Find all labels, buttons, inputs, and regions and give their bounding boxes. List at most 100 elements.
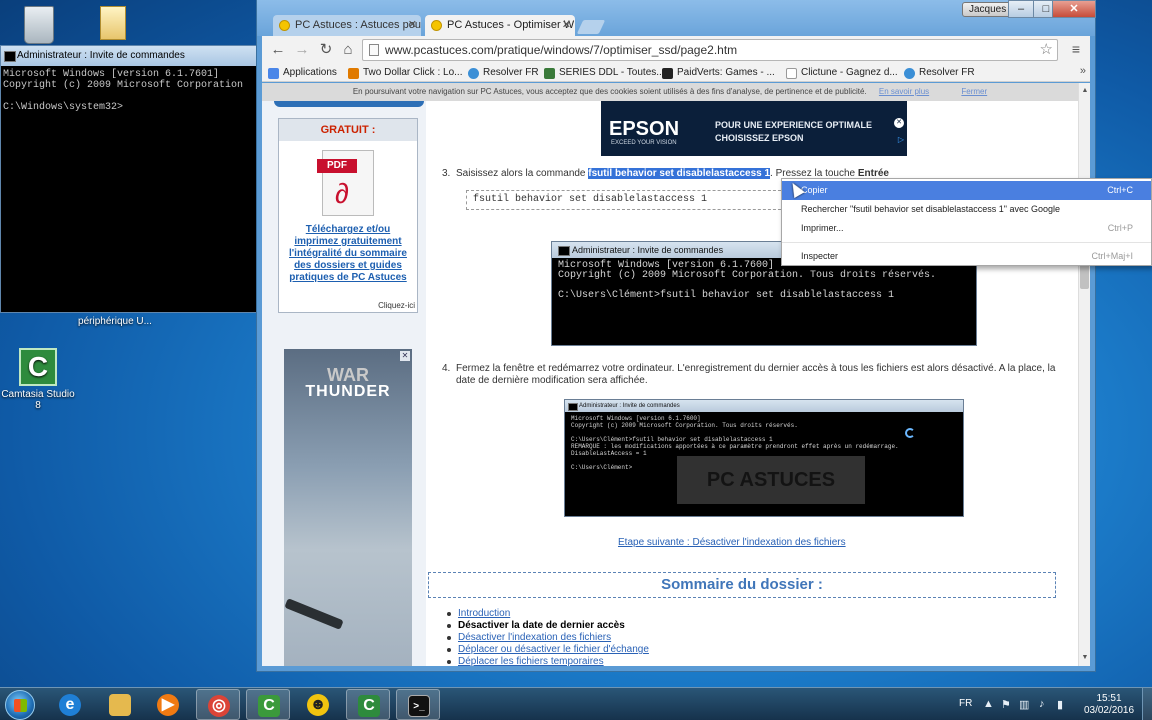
desktop-icon-label: Camtasia Studio 8 bbox=[1, 389, 75, 411]
promo-cta[interactable]: Cliquez-ici bbox=[378, 301, 415, 310]
loading-spinner-icon bbox=[905, 428, 915, 438]
power-icon[interactable]: ▮ bbox=[1057, 698, 1063, 711]
address-bar[interactable]: www.pcastuces.com/pratique/windows/7/opt… bbox=[362, 39, 1058, 61]
taskbar-camtasia-studio[interactable]: C bbox=[346, 689, 390, 720]
toc-item[interactable]: Déplacer les fichiers temporaires bbox=[446, 656, 649, 666]
toc-item[interactable]: Désactiver l'indexation des fichiers bbox=[446, 632, 649, 644]
taskbar: e ▶ ◎ C ☻ C >_ FR ▲ ⚑ ▥ ♪ ▮ 15:51 03/02/… bbox=[0, 687, 1152, 720]
language-indicator[interactable]: FR bbox=[959, 698, 972, 709]
promo-link[interactable]: Téléchargez et/ou imprimez gratuitement … bbox=[279, 224, 417, 284]
cookie-close-link[interactable]: Fermer bbox=[961, 87, 987, 96]
taskbar-cmd[interactable]: >_ bbox=[396, 689, 440, 720]
ad-info-icon[interactable]: ▷ bbox=[898, 135, 904, 144]
step-number: 3. bbox=[442, 168, 451, 179]
selected-command[interactable]: fsutil behavior set disablelastaccess 1 bbox=[588, 168, 771, 179]
airplane-icon bbox=[284, 598, 344, 630]
folder-icon bbox=[109, 694, 131, 716]
taskbar-explorer[interactable] bbox=[98, 689, 142, 720]
bookmarks-overflow-button[interactable]: » bbox=[1080, 65, 1086, 77]
flag-icon[interactable]: ⚑ bbox=[1001, 698, 1011, 711]
tab-label: PC Astuces : Astuces pour bbox=[295, 19, 421, 31]
bookmark-paidverts[interactable]: PaidVerts: Games - ... bbox=[662, 65, 775, 81]
tab-close-icon[interactable]: ✕ bbox=[562, 15, 571, 36]
cmd-output[interactable]: Microsoft Windows [version 6.1.7601] Cop… bbox=[1, 66, 257, 116]
chrome-window: PC Astuces : Astuces pour ✕ PC Astuces -… bbox=[256, 0, 1096, 672]
network-icon[interactable]: ▥ bbox=[1019, 698, 1029, 711]
scroll-up-icon[interactable]: ▲ bbox=[1079, 85, 1090, 97]
bookmark-star-icon[interactable]: ☆ bbox=[1040, 40, 1053, 60]
profile-button[interactable]: Jacques bbox=[962, 2, 1014, 17]
tray-expand-icon[interactable]: ▲ bbox=[983, 698, 994, 710]
back-icon[interactable]: ← bbox=[268, 40, 288, 60]
bookmark-series-ddl[interactable]: SERIES DDL - Toutes... bbox=[544, 65, 665, 81]
screenshot-title: Administrateur : Invite de commandes bbox=[565, 400, 963, 412]
step-text: Fermez la fenêtre et redémarrez votre or… bbox=[456, 363, 1056, 386]
epson-ad[interactable]: EPSON EXCEED YOUR VISION POUR UNE EXPERI… bbox=[601, 101, 907, 156]
page-viewport: En poursuivant votre navigation sur PC A… bbox=[262, 83, 1090, 666]
bookmark-resolver-fr-2[interactable]: Resolver FR bbox=[904, 65, 975, 81]
cookie-text: En poursuivant votre navigation sur PC A… bbox=[352, 87, 867, 96]
bookmark-two-dollar-click[interactable]: Two Dollar Click : Lo... bbox=[348, 65, 462, 81]
close-window-button[interactable]: ✕ bbox=[1052, 0, 1096, 18]
taskbar-camtasia-recorder[interactable]: C bbox=[246, 689, 290, 720]
menu-item-copy[interactable]: Copier Ctrl+C bbox=[782, 181, 1151, 200]
bookmark-label: Clictune - Gagnez d... bbox=[801, 67, 898, 78]
toc-current: Désactiver la date de dernier accès bbox=[458, 620, 625, 631]
context-menu: Copier Ctrl+C Rechercher "fsutil behavio… bbox=[781, 178, 1152, 266]
speaker-icon[interactable]: ♪ bbox=[1039, 698, 1045, 710]
desktop-folder[interactable] bbox=[73, 6, 153, 43]
toc-link[interactable]: Déplacer ou désactiver le fichier d'écha… bbox=[458, 644, 649, 655]
bookmark-clictune[interactable]: Clictune - Gagnez d... bbox=[786, 65, 898, 81]
cmd-window[interactable]: Administrateur : Invite de commandes Mic… bbox=[0, 45, 258, 313]
cookie-more-link[interactable]: En savoir plus bbox=[879, 87, 929, 96]
home-icon[interactable]: ⌂ bbox=[338, 40, 358, 60]
free-pdf-promo[interactable]: GRATUIT : PDF ∂ Téléchargez et/ou imprim… bbox=[278, 118, 418, 313]
tab-optimiser[interactable]: PC Astuces - Optimiser W ✕ bbox=[425, 15, 575, 36]
start-button[interactable] bbox=[5, 690, 35, 720]
resolver-icon bbox=[904, 68, 915, 79]
toc-link[interactable]: Introduction bbox=[458, 608, 510, 619]
toc-list: Introduction Désactiver la date de derni… bbox=[446, 608, 649, 666]
toc-link[interactable]: Désactiver l'indexation des fichiers bbox=[458, 632, 611, 643]
forward-icon[interactable]: → bbox=[292, 40, 312, 60]
page-icon bbox=[786, 68, 797, 79]
menu-item-inspect[interactable]: Inspecter Ctrl+Maj+I bbox=[782, 247, 1151, 266]
minimize-button[interactable]: – bbox=[1008, 0, 1034, 18]
new-tab-button[interactable] bbox=[576, 20, 606, 34]
reload-icon[interactable]: ↻ bbox=[316, 40, 336, 60]
menu-item-search-google[interactable]: Rechercher "fsutil behavior set disablel… bbox=[782, 200, 1151, 219]
desktop-recycle-bin[interactable] bbox=[0, 6, 79, 47]
camtasia-icon: C bbox=[19, 348, 57, 386]
bookmark-applications[interactable]: Applications bbox=[268, 65, 337, 81]
taskbar-ie[interactable]: e bbox=[48, 689, 92, 720]
menu-item-label: Rechercher "fsutil behavior set disablel… bbox=[801, 204, 1061, 214]
toc-item[interactable]: Introduction bbox=[446, 608, 649, 620]
ad-title: WAR bbox=[327, 365, 369, 385]
show-desktop-button[interactable] bbox=[1142, 688, 1152, 720]
chrome-menu-icon[interactable]: ≡ bbox=[1068, 40, 1084, 58]
war-thunder-ad[interactable]: ✕ WAR THUNDER bbox=[284, 349, 412, 666]
twodollar-icon bbox=[348, 68, 359, 79]
taskbar-chrome[interactable]: ◎ bbox=[196, 689, 240, 720]
desktop-icon-usb[interactable]: périphérique U... bbox=[75, 316, 155, 327]
tab-pcastuces-home[interactable]: PC Astuces : Astuces pour ✕ bbox=[273, 15, 421, 36]
page-scrollbar[interactable]: ▲ ▼ bbox=[1078, 83, 1090, 666]
internet-explorer-icon: e bbox=[59, 694, 81, 716]
ad-choices-icon[interactable]: ✕ bbox=[400, 351, 410, 361]
clock[interactable]: 15:51 03/02/2016 bbox=[1081, 693, 1137, 717]
command-code-box[interactable]: fsutil behavior set disablelastaccess 1 bbox=[466, 190, 786, 210]
menu-item-print[interactable]: Imprimer... Ctrl+P bbox=[782, 219, 1151, 238]
tab-close-icon[interactable]: ✕ bbox=[408, 15, 417, 36]
bookmark-resolver-fr[interactable]: Resolver FR bbox=[468, 65, 539, 81]
next-step-link[interactable]: Etape suivante : Désactiver l'indexation… bbox=[618, 537, 846, 548]
toc-item[interactable]: Déplacer ou désactiver le fichier d'écha… bbox=[446, 644, 649, 656]
toc-link[interactable]: Déplacer les fichiers temporaires bbox=[458, 656, 604, 666]
promo-title: GRATUIT : bbox=[279, 119, 417, 141]
desktop-icon-camtasia[interactable]: C Camtasia Studio 8 bbox=[0, 348, 78, 411]
taskbar-yellow-app[interactable]: ☻ bbox=[296, 689, 340, 720]
ad-close-icon[interactable]: ✕ bbox=[894, 118, 904, 128]
bookmark-label: Resolver FR bbox=[483, 67, 539, 78]
address-url: www.pcastuces.com/pratique/windows/7/opt… bbox=[385, 43, 738, 57]
taskbar-media-player[interactable]: ▶ bbox=[146, 689, 190, 720]
scroll-down-icon[interactable]: ▼ bbox=[1079, 652, 1090, 664]
